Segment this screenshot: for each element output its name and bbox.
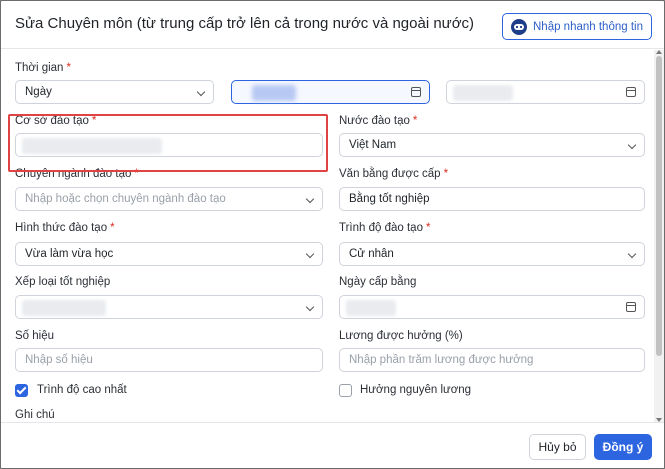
major-field-highlight	[8, 114, 328, 172]
chevron-down-icon	[196, 87, 206, 97]
chevron-down-icon	[305, 249, 315, 259]
serial-placeholder: Nhập số hiệu	[25, 354, 93, 366]
required-mark: *	[110, 222, 115, 234]
country-select[interactable]: Việt Nam	[339, 133, 645, 157]
quick-fill-button[interactable]: Nhập nhanh thông tin	[502, 13, 652, 40]
country-label-text: Nước đào tạo	[339, 115, 410, 127]
edit-qualification-dialog: Sửa Chuyên môn (từ trung cấp trở lên cả …	[0, 0, 665, 469]
redacted-value	[453, 85, 513, 101]
calendar-icon	[411, 87, 421, 97]
issue-date-label: Ngày cấp bằng	[339, 276, 417, 288]
redacted-value	[346, 300, 396, 316]
degree-value: Bằng tốt nghiệp	[349, 193, 430, 205]
time-type-value: Ngày	[25, 86, 52, 98]
chevron-down-icon	[627, 249, 637, 259]
calendar-icon	[626, 302, 636, 312]
serial-input[interactable]: Nhập số hiệu	[15, 348, 323, 372]
degree-label: Văn bằng được cấp *	[339, 168, 448, 180]
salary-placeholder: Nhập phần trăm lương được hưởng	[349, 354, 534, 366]
time-start-date-field[interactable]	[231, 80, 430, 104]
salary-input[interactable]: Nhập phần trăm lương được hưởng	[339, 348, 645, 372]
required-mark: *	[425, 222, 431, 234]
study-mode-label: Hình thức đào tạo *	[15, 222, 115, 234]
confirm-button[interactable]: Đồng ý	[594, 434, 652, 460]
dialog-body: Thời gian * Ngày Cơ sở đào tạo * Nước đào …	[1, 50, 653, 422]
note-label: Ghi chú	[15, 409, 55, 421]
level-label-text: Trình độ đào tạo	[339, 222, 423, 234]
chevron-down-icon	[305, 194, 315, 204]
chevron-down-icon	[627, 140, 637, 150]
study-mode-value: Vừa làm vừa học	[25, 248, 114, 260]
required-mark: *	[443, 168, 449, 180]
keep-salary-label: Hưởng nguyên lương	[360, 384, 472, 396]
cancel-button[interactable]: Hủy bỏ	[529, 434, 586, 460]
country-value: Việt Nam	[349, 139, 397, 151]
highest-level-label: Trình độ cao nhất	[37, 384, 127, 396]
serial-label: Số hiệu	[15, 330, 55, 342]
major-select[interactable]: Nhập hoặc chọn chuyên ngành đào tạo	[15, 187, 323, 211]
level-select[interactable]: Cử nhân	[339, 242, 645, 266]
dialog-header: Sửa Chuyên môn (từ trung cấp trở lên cả …	[1, 1, 664, 49]
robot-icon	[511, 18, 527, 35]
redacted-value	[22, 300, 106, 316]
calendar-icon	[626, 87, 636, 97]
level-value: Cử nhân	[349, 248, 394, 260]
chevron-down-icon	[305, 302, 315, 312]
required-mark: *	[66, 62, 71, 74]
time-label-text: Thời gian	[15, 62, 64, 74]
study-mode-label-text: Hình thức đào tạo	[15, 222, 108, 234]
country-label: Nước đào tạo *	[339, 115, 417, 127]
highest-level-checkbox[interactable]	[15, 384, 28, 397]
time-end-date-field[interactable]	[446, 80, 645, 104]
major-placeholder: Nhập hoặc chọn chuyên ngành đào tạo	[25, 193, 226, 205]
scroll-up-icon[interactable]	[656, 50, 662, 54]
grade-select[interactable]	[15, 295, 323, 319]
time-label: Thời gian *	[15, 62, 71, 74]
quick-fill-label: Nhập nhanh thông tin	[533, 20, 643, 33]
time-type-select[interactable]: Ngày	[15, 80, 214, 104]
required-mark: *	[412, 115, 418, 127]
issue-date-field[interactable]	[339, 295, 645, 319]
dialog-title: Sửa Chuyên môn (từ trung cấp trở lên cả …	[15, 15, 475, 32]
redacted-value	[252, 85, 296, 101]
keep-salary-checkbox[interactable]	[339, 384, 352, 397]
degree-input[interactable]: Bằng tốt nghiệp	[339, 187, 645, 211]
grade-label: Xếp loại tốt nghiệp	[15, 276, 111, 288]
vertical-scrollbar[interactable]	[654, 50, 664, 422]
salary-label: Lương được hưởng (%)	[339, 330, 463, 342]
degree-label-text: Văn bằng được cấp	[339, 168, 441, 180]
study-mode-select[interactable]: Vừa làm vừa học	[15, 242, 323, 266]
level-label: Trình độ đào tạo *	[339, 222, 430, 234]
dialog-footer: Hủy bỏ Đồng ý	[1, 422, 664, 468]
scroll-thumb[interactable]	[656, 56, 662, 356]
